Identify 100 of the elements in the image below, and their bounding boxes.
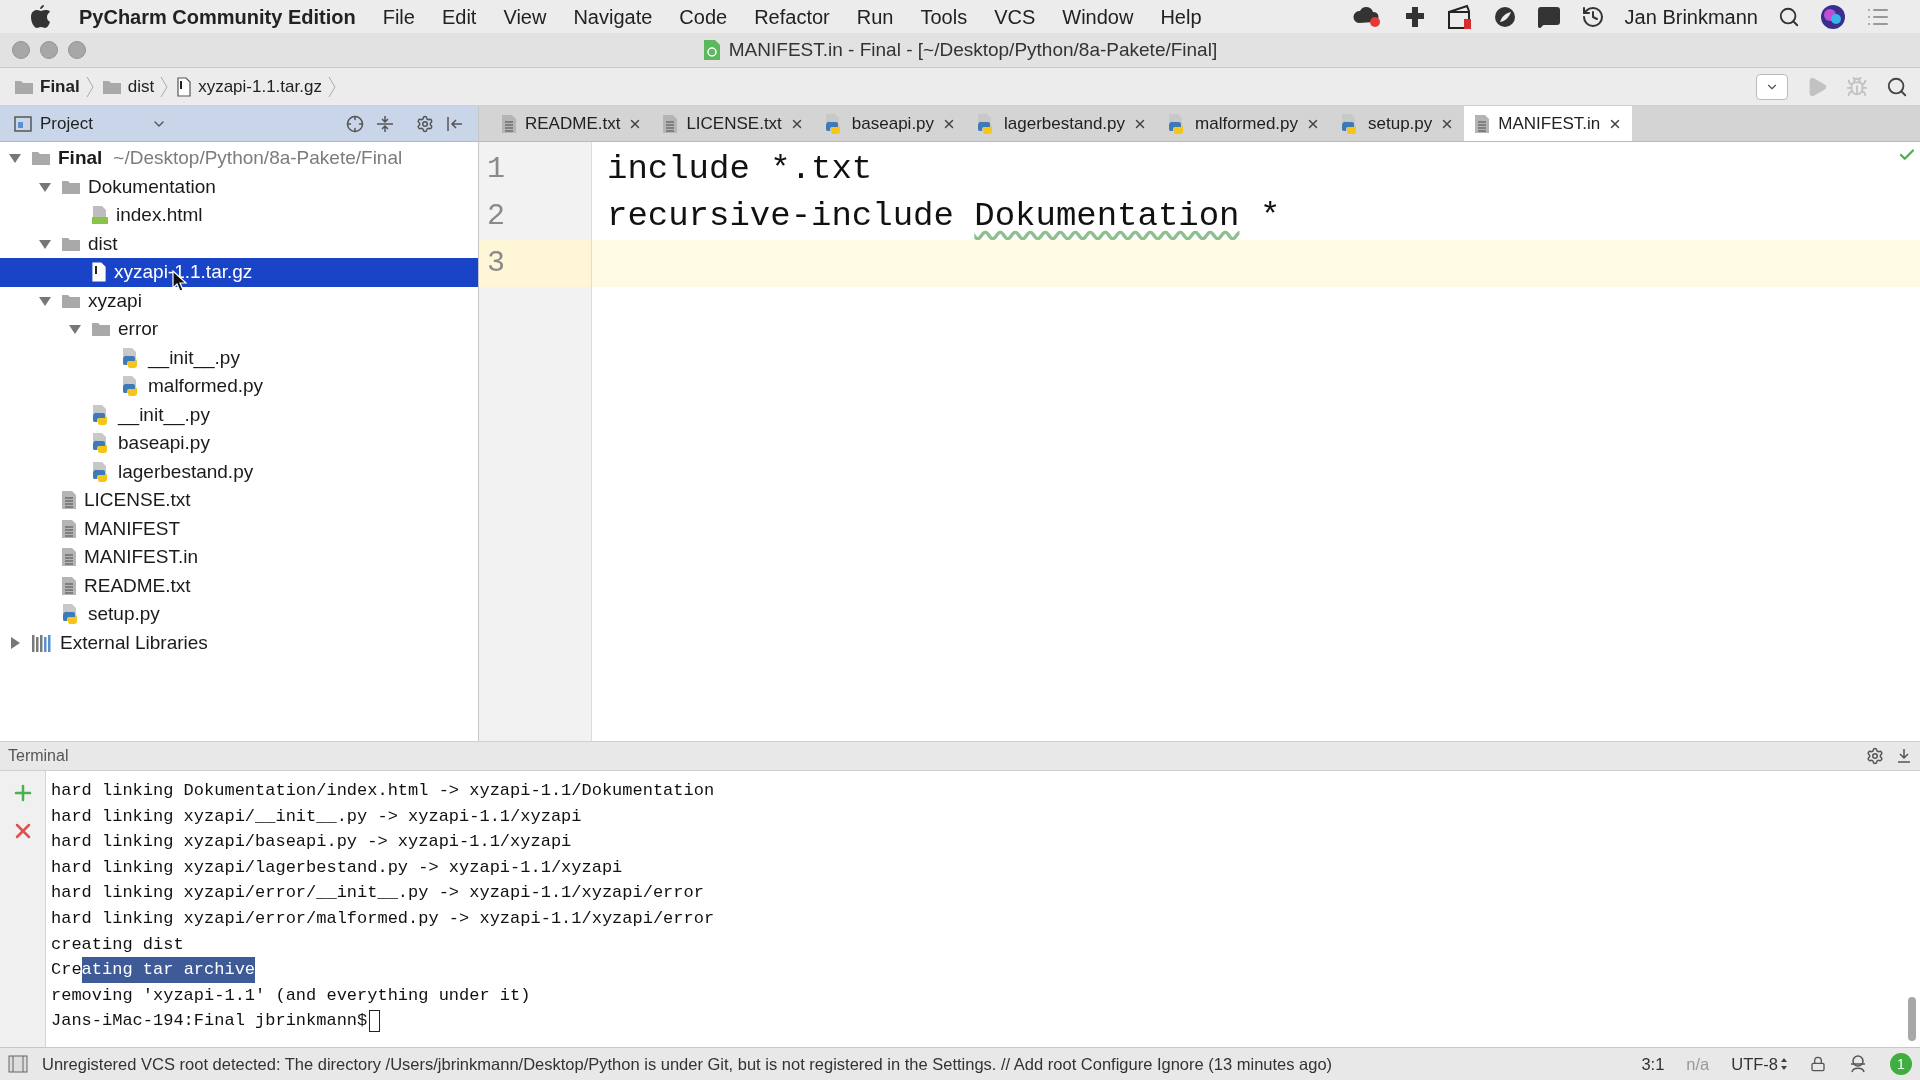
panel-title[interactable]: Project [40, 110, 93, 137]
misspelled-word: Dokumentation [974, 196, 1240, 237]
manifest-file-icon [702, 39, 721, 61]
breadcrumb-separator-icon [85, 75, 94, 98]
terminal-text: Jans-iMac-194:Final jbrinkmann$ [51, 1010, 368, 1033]
terminal-text: hard linking Dokumentation/index.html -> xyzapi-1.1/Dokumentation [51, 780, 715, 803]
lock-icon[interactable] [1810, 1056, 1826, 1072]
tree-item[interactable]: malformed.py [0, 372, 478, 401]
menu-item[interactable]: Code [679, 1, 728, 32]
menu-item[interactable]: Navigate [573, 1, 653, 32]
tree-item[interactable]: baseapi.py [0, 429, 478, 458]
breadcrumb-item[interactable]: Final [40, 73, 80, 100]
terminal-text: hard linking xyzapi/error/__init__.py -> xyzapi-1.1/xyzapi/error [51, 882, 704, 905]
inspector-icon[interactable] [1848, 1054, 1868, 1074]
menu-item[interactable]: Window [1062, 1, 1134, 32]
text-file-icon [501, 113, 517, 134]
tree-item[interactable]: LICENSE.txt [0, 486, 478, 515]
menu-item[interactable]: Help [1160, 1, 1202, 32]
readonly-status: n/a [1686, 1053, 1710, 1075]
caret-position[interactable]: 3:1 [1641, 1051, 1665, 1077]
tree-item[interactable]: error [0, 315, 478, 344]
folder-icon [31, 150, 51, 167]
library-icon [31, 633, 53, 652]
search-icon[interactable] [1778, 5, 1800, 28]
panel-toggle-icon[interactable] [8, 1055, 28, 1073]
locate-icon[interactable] [346, 114, 364, 133]
tree-item[interactable]: dist [0, 229, 478, 258]
search-icon[interactable] [1886, 75, 1908, 98]
menu-item[interactable]: Run [856, 1, 894, 32]
terminal-text: hard linking xyzapi/__init__.py -> xyzapi-1.1/xyzapi [51, 805, 582, 828]
menu-item[interactable]: Tools [920, 1, 968, 32]
tree-item[interactable]: External Libraries [0, 628, 478, 657]
siri-icon[interactable] [1820, 3, 1846, 30]
tree-item[interactable]: __init__.py [0, 343, 478, 372]
user-name[interactable]: Jan Brinkmann [1624, 1, 1758, 32]
code-text: recursive-include [607, 196, 955, 237]
code-text: include *.txt [607, 149, 873, 190]
menu-item[interactable]: Edit [441, 1, 477, 32]
window-title: MANIFEST.in - Final - [~/Desktop/Python/8a-Pakete/Final] [728, 37, 1218, 62]
leaf-icon[interactable] [1492, 4, 1517, 29]
text-file-icon [1474, 113, 1491, 134]
text-file-icon [61, 518, 77, 539]
history-icon[interactable] [1580, 4, 1605, 29]
breadcrumb-separator-icon [160, 75, 169, 98]
selected-text: ating tar archive [81, 957, 256, 983]
project-path: ~/Desktop/Python/8a-Pakete/Final [113, 146, 403, 170]
code-text: * [1258, 196, 1281, 237]
tree-item[interactable]: README.txt [0, 571, 478, 600]
menu-item[interactable]: File [382, 1, 415, 32]
html-file-icon [91, 205, 109, 226]
folder-icon [14, 78, 34, 95]
line-number: 1 [486, 151, 506, 188]
collapse-all-icon[interactable] [376, 114, 394, 133]
project-icon [14, 115, 32, 132]
updown-icon [1780, 1057, 1788, 1071]
folder-icon [101, 78, 122, 95]
folder-icon [91, 321, 111, 338]
terminal-text: hard linking xyzapi/error/malformed.py -> xyzapi-1.1/xyzapi/error [51, 908, 715, 930]
terminal-text: hard linking xyzapi/lagerbestand.py -> xyzapi-1.1/xyzapi [51, 856, 623, 879]
folder-icon [61, 292, 81, 309]
tree-item[interactable]: xyzapi [0, 286, 478, 315]
tree-item[interactable]: index.html [0, 201, 478, 230]
tree-item[interactable]: setup.py [0, 600, 478, 629]
clapperboard-icon[interactable] [1446, 3, 1473, 30]
settings-icon[interactable] [1866, 747, 1884, 765]
terminal-text: Cre [51, 959, 82, 982]
menu-item[interactable]: View [503, 1, 547, 32]
apple-logo-icon[interactable] [30, 4, 52, 29]
tree-item[interactable]: MANIFEST.in [0, 543, 478, 572]
chat-icon[interactable] [1536, 4, 1561, 29]
tree-item[interactable]: lagerbestand.py [0, 457, 478, 486]
file-encoding[interactable]: UTF-8 [1731, 1051, 1788, 1077]
tree-item[interactable]: MANIFEST [0, 514, 478, 543]
folder-icon [61, 235, 81, 252]
folder-icon [61, 178, 81, 195]
text-file-icon [61, 490, 77, 511]
tree-item[interactable]: Final ~/Desktop/Python/8a-Pakete/Final [0, 144, 478, 173]
file-icon [91, 262, 107, 283]
breadcrumb-item[interactable]: xyzapi-1.1.tar.gz [198, 73, 322, 100]
line-number: 2 [486, 198, 506, 235]
breadcrumb-item[interactable]: dist [127, 73, 155, 100]
editor-tab[interactable]: MANIFEST.in [1464, 106, 1633, 141]
settings-icon[interactable] [416, 114, 434, 133]
line-number: 3 [479, 240, 591, 287]
app-name-menu[interactable]: PyCharm Community Edition [79, 1, 356, 32]
collapsed-arrow-icon[interactable] [8, 635, 22, 650]
tree-item[interactable]: __init__.py [0, 400, 478, 429]
text-file-icon [61, 575, 77, 596]
breadcrumb-separator-icon [327, 75, 336, 98]
scrollbar-thumb[interactable] [1908, 997, 1916, 1041]
hide-panel-icon[interactable] [446, 114, 464, 133]
minimize-panel-icon[interactable] [1896, 748, 1912, 764]
status-message[interactable]: Unregistered VCS root detected: The directory /Users/jbrinkmann/Desktop/Python is under Git, but is not registered in the Settings. // Add root Configure Ignore (13 minutes ago) [42, 1051, 1333, 1077]
terminal-title: Terminal [8, 746, 69, 766]
cloud-sync-icon[interactable] [1352, 4, 1383, 29]
tree-item[interactable]: Dokumentation [0, 172, 478, 201]
text-file-icon [61, 547, 77, 568]
terminal-text: hard linking xyzapi/baseapi.py -> xyzapi-1.1/xyzapi [51, 831, 572, 854]
menu-item[interactable]: VCS [994, 1, 1036, 32]
menu-item[interactable]: Refactor [754, 1, 830, 32]
